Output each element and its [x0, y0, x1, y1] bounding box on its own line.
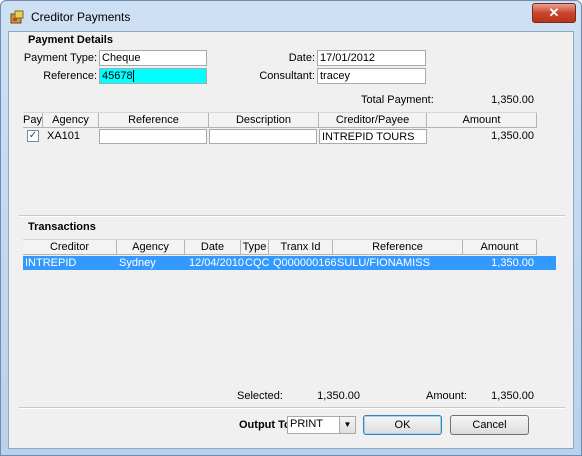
amount-value: 1,350.00	[491, 390, 534, 402]
chevron-down-icon[interactable]: ▼	[339, 417, 355, 433]
text-caret	[132, 70, 134, 83]
close-button[interactable]: ✕	[532, 3, 576, 23]
consultant-field[interactable]: tracey	[317, 68, 426, 84]
header-pay[interactable]: Pay	[23, 113, 43, 128]
dialog-body: Payment Details Payment Type: Cheque Ref…	[8, 31, 574, 449]
tx-tranx-id: Q000000166	[273, 257, 337, 269]
header-tx-amount[interactable]: Amount	[463, 240, 537, 255]
header-creditor-payee[interactable]: Creditor/Payee Name:	[319, 113, 427, 141]
header-tranx-id[interactable]: Tranx Id	[269, 240, 333, 255]
title-bar[interactable]: Creditor Payments ✕	[1, 1, 581, 31]
selected-value: 1,350.00	[317, 390, 360, 402]
payment-row-amount: 1,350.00	[491, 130, 534, 142]
header-date[interactable]: Date	[185, 240, 241, 255]
window-title: Creditor Payments	[31, 10, 131, 24]
transactions-title: Transactions	[28, 221, 96, 233]
separator	[19, 215, 565, 217]
header-tx-reference[interactable]: Reference	[333, 240, 463, 255]
separator-bottom	[19, 407, 565, 409]
transaction-row[interactable]: INTREPID Sydney 12/04/2010 CQC Q00000016…	[23, 256, 556, 270]
reference-field[interactable]: 45678	[99, 68, 207, 84]
tx-reference: SULU/FIONAMISS	[337, 257, 430, 269]
reference-value: 45678	[102, 70, 133, 82]
output-to-select[interactable]: PRINT ▼	[287, 416, 356, 434]
header-reference[interactable]: Reference	[99, 113, 209, 128]
payment-row-creditor-field[interactable]: INTREPID TOURS	[319, 129, 427, 144]
payment-row-reference-field[interactable]	[99, 129, 207, 144]
consultant-label: Consultant:	[259, 70, 315, 82]
payment-details-title: Payment Details	[28, 34, 113, 46]
tx-creditor: INTREPID	[25, 257, 77, 269]
header-agency[interactable]: Agency	[43, 113, 99, 128]
pay-checkbox[interactable]: ✓	[27, 130, 39, 142]
reference-label: Reference:	[43, 70, 97, 82]
transactions-grid-header: Creditor Agency Date Type Tranx Id Refer…	[23, 239, 537, 255]
payment-row-agency: XA101	[47, 130, 81, 142]
date-label: Date:	[288, 52, 315, 64]
header-creditor[interactable]: Creditor	[23, 240, 117, 255]
close-icon: ✕	[548, 5, 560, 20]
header-type[interactable]: Type	[241, 240, 269, 255]
payment-type-field[interactable]: Cheque	[99, 50, 207, 66]
tx-amount: 1,350.00	[491, 257, 534, 269]
tx-type: CQC	[245, 257, 270, 269]
amount-label: Amount:	[426, 390, 467, 402]
tx-date: 12/04/2010	[189, 257, 245, 269]
payment-row[interactable]: ✓ XA101 INTREPID TOURS 1,350.00	[23, 129, 537, 144]
payment-grid-header: Pay Agency Reference Description Credito…	[23, 112, 537, 141]
date-field[interactable]: 17/01/2012	[317, 50, 426, 66]
header-description[interactable]: Description	[209, 113, 319, 128]
output-to-value: PRINT	[290, 418, 323, 430]
payment-type-label: Payment Type:	[23, 52, 97, 64]
total-payment-value: 1,350.00	[491, 94, 534, 106]
header-amount[interactable]: Amount	[427, 113, 537, 128]
selected-label: Selected:	[237, 390, 283, 402]
header-tx-agency[interactable]: Agency	[117, 240, 185, 255]
total-payment-label: Total Payment:	[361, 94, 434, 106]
tx-agency: Sydney	[119, 257, 156, 269]
payment-row-description-field[interactable]	[209, 129, 317, 144]
app-icon	[10, 10, 24, 24]
cancel-button[interactable]: Cancel	[450, 415, 529, 435]
ok-button[interactable]: OK	[363, 415, 442, 435]
window-frame: Creditor Payments ✕ Payment Details Paym…	[0, 0, 582, 456]
